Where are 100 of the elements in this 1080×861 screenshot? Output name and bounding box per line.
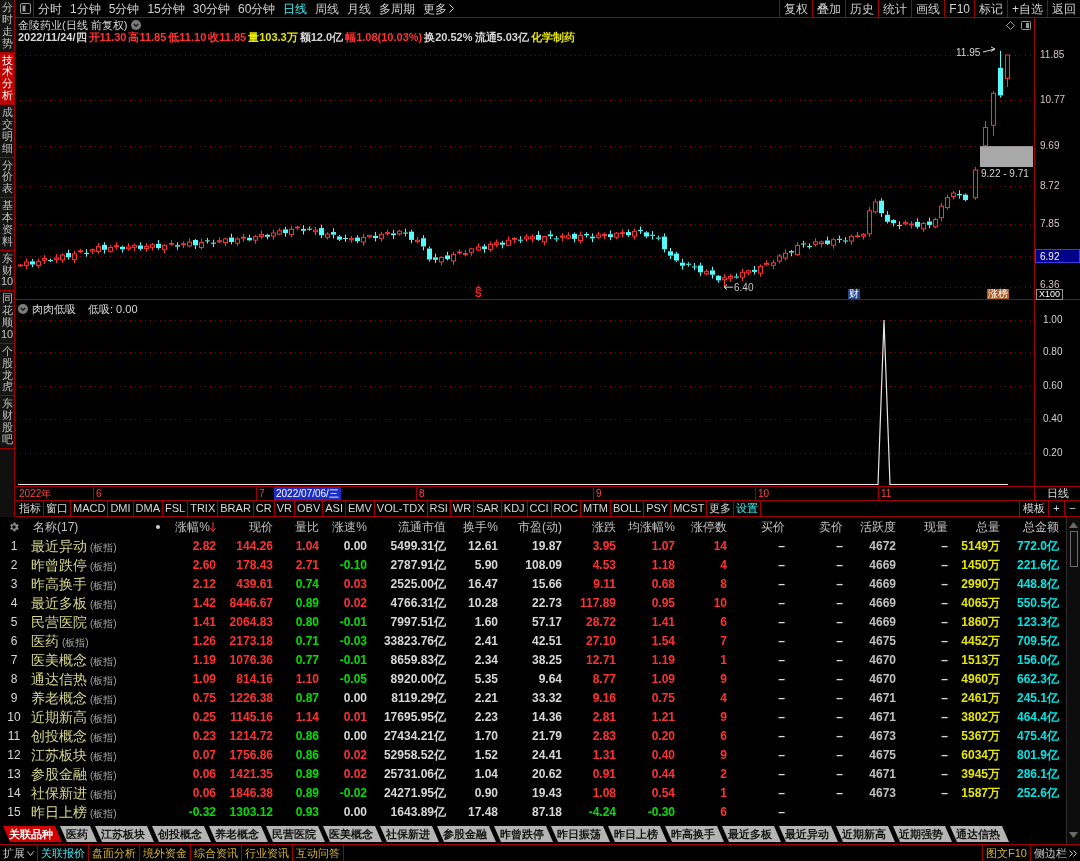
panel-button[interactable]: + — [1048, 501, 1064, 516]
sector-name[interactable]: 医药 — [31, 633, 59, 648]
period-tab[interactable]: 60分钟 — [234, 0, 280, 17]
indicator-tab[interactable]: DMI — [108, 501, 134, 516]
sheet-tab[interactable]: 最近多板 — [722, 826, 781, 842]
column-header[interactable]: 买价 — [727, 520, 785, 533]
toolbar-button[interactable]: 画线 — [911, 0, 945, 17]
indicator-tab[interactable]: DMA — [133, 501, 163, 516]
sector-name[interactable]: 参股金融 — [31, 766, 87, 781]
sheet-tab[interactable]: 昨日振荡 — [551, 826, 610, 842]
column-header[interactable]: 流通市值 — [367, 520, 446, 533]
panel-icon[interactable] — [1021, 21, 1031, 30]
sheet-tab[interactable]: 关联品种 — [3, 826, 62, 842]
indicator-tab[interactable]: ROC — [551, 501, 581, 516]
dropdown-icon[interactable] — [18, 304, 28, 314]
column-header[interactable]: 卖价 — [785, 520, 843, 533]
period-tab[interactable]: 日线 — [279, 0, 312, 17]
sector-name[interactable]: 昨曾跌停 — [31, 557, 87, 572]
toolbar-button[interactable]: 复权 — [779, 0, 813, 17]
indicator-tab[interactable]: EMV — [345, 501, 375, 516]
period-tab[interactable]: 月线 — [343, 0, 376, 17]
sheet-tab[interactable]: 参股金融 — [437, 826, 496, 842]
indicator-tab[interactable]: PSY — [644, 501, 672, 516]
period-tab[interactable]: 30分钟 — [188, 0, 235, 17]
side-tab[interactable]: 分时走势 — [0, 0, 14, 53]
column-header[interactable]: 涨停数 — [675, 520, 727, 533]
side-tab[interactable]: 同花顺10 — [0, 291, 14, 344]
indicator-tab[interactable]: ASI — [323, 501, 346, 516]
period-tab[interactable]: 1分钟 — [66, 0, 105, 17]
status-tab[interactable]: 关联报价 — [38, 845, 89, 861]
period-tab[interactable]: 多周期 — [375, 0, 420, 17]
status-tab[interactable]: 境外资金 — [140, 845, 191, 861]
toolbar-button[interactable]: 统计 — [878, 0, 912, 17]
indicator-tab[interactable]: 设置 — [734, 501, 762, 516]
indicator-tab[interactable]: SAR — [474, 501, 502, 516]
panel-toggle-icon[interactable] — [20, 3, 31, 14]
sheet-tab[interactable]: 江苏板块 — [95, 826, 154, 842]
indicator-tab[interactable]: CR — [253, 501, 275, 516]
side-tab[interactable]: 基本资料 — [0, 198, 14, 251]
sheet-tab[interactable]: 最近异动 — [779, 826, 838, 842]
status-tab[interactable]: 行业资讯 — [242, 845, 293, 861]
side-tab[interactable]: 东财股吧 — [0, 396, 14, 449]
column-header[interactable]: 现量 — [896, 520, 948, 533]
sector-name[interactable]: 创投概念 — [31, 728, 87, 743]
sheet-tab[interactable]: 近期强势 — [893, 826, 952, 842]
period-tab[interactable]: 15分钟 — [143, 0, 189, 17]
event-marker[interactable]: 涨榜 — [987, 289, 1009, 299]
column-header[interactable]: 涨速% — [319, 520, 367, 533]
sheet-tab[interactable]: 民营医院 — [266, 826, 325, 842]
period-tab[interactable]: 周线 — [311, 0, 344, 17]
column-header[interactable]: 总量 — [948, 520, 1000, 533]
sector-name[interactable]: 医美概念 — [31, 652, 87, 667]
sector-name[interactable]: 昨高换手 — [31, 576, 87, 591]
more-periods-button[interactable]: 更多 — [419, 0, 459, 17]
diamond-icon[interactable] — [1006, 21, 1015, 30]
sector-name[interactable]: 昨日上榜 — [31, 804, 87, 819]
column-header[interactable]: 活跃度 — [843, 520, 896, 533]
indicator-tab[interactable]: MTM — [581, 501, 612, 516]
column-header[interactable]: 涨幅% — [165, 520, 216, 533]
sheet-tab[interactable]: 昨曾跌停 — [494, 826, 553, 842]
sheet-tab[interactable]: 创投概念 — [152, 826, 211, 842]
indicator-tab[interactable]: 指标 — [17, 501, 44, 516]
status-tab[interactable]: 盘面分析 — [89, 845, 140, 861]
sheet-tab[interactable]: 昨日上榜 — [608, 826, 667, 842]
indicator-tab[interactable]: CCI — [527, 501, 552, 516]
status-tab[interactable]: 综合资讯 — [191, 845, 242, 861]
dropdown-icon[interactable] — [131, 20, 142, 30]
sheet-tab[interactable]: 医美概念 — [323, 826, 382, 842]
column-header[interactable]: 涨跌 — [562, 520, 616, 533]
indicator-tab[interactable]: KDJ — [501, 501, 528, 516]
side-tab[interactable]: 个股龙虎 — [0, 343, 14, 397]
toolbar-button[interactable]: 标记 — [974, 0, 1007, 17]
panel-button[interactable]: − — [1064, 501, 1080, 516]
sheet-tab[interactable]: 社保新进 — [380, 826, 439, 842]
panel-button[interactable]: 模板 — [1019, 501, 1048, 516]
status-tab[interactable]: 互动问答 — [293, 845, 344, 861]
sector-name[interactable]: 最近异动 — [31, 538, 87, 553]
side-tab[interactable]: 分价表 — [0, 157, 14, 199]
sheet-tab[interactable]: 昨高换手 — [665, 826, 724, 842]
indicator-tab[interactable]: MACD — [71, 501, 109, 516]
column-header[interactable]: 总金额 — [1000, 520, 1059, 533]
side-tab[interactable]: 成交明细 — [0, 105, 14, 158]
indicator-tab[interactable]: BRAR — [218, 501, 254, 516]
indicator-tab[interactable]: 窗口 — [44, 501, 71, 516]
sector-name[interactable]: 养老概念 — [31, 690, 87, 705]
sector-name[interactable]: 近期新高 — [31, 709, 87, 724]
column-header[interactable]: 现价 — [216, 520, 273, 533]
column-header[interactable]: 市盈(动) — [498, 520, 562, 533]
f10-button[interactable]: 图文F10 — [982, 845, 1031, 861]
column-header[interactable]: 名称(17) — [28, 520, 150, 533]
toolbar-button[interactable]: F10 — [944, 0, 974, 17]
settings-icon[interactable] — [8, 520, 20, 533]
indicator-tab[interactable]: WR — [450, 501, 475, 516]
column-header[interactable]: 均涨幅% — [616, 520, 675, 533]
sector-name[interactable]: 最近多板 — [31, 595, 87, 610]
sheet-tab[interactable]: 养老概念 — [209, 826, 268, 842]
event-marker[interactable]: 财 — [848, 289, 860, 299]
column-header[interactable]: 换手% — [446, 520, 498, 533]
period-tab[interactable]: 分时 — [34, 0, 66, 17]
sidebar-button[interactable]: 侧边栏 — [1031, 845, 1080, 861]
